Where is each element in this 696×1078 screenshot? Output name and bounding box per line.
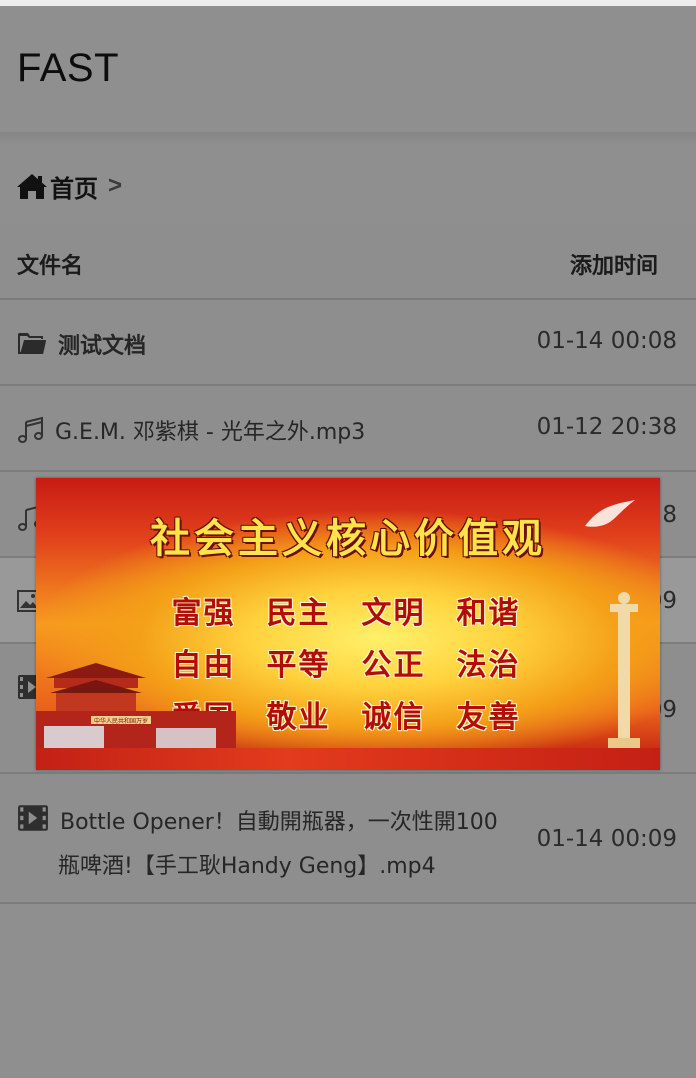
file-name-line1[interactable]: Bottle Opener！自動開瓶器，一次性開100 bbox=[60, 804, 498, 836]
header-divider bbox=[0, 132, 696, 146]
app-header: FAST bbox=[0, 6, 696, 136]
breadcrumb: 首页 > bbox=[16, 166, 122, 206]
breadcrumb-separator: > bbox=[108, 172, 123, 199]
value-text: 文明 bbox=[361, 596, 426, 631]
huabiao-column-illustration bbox=[608, 592, 640, 750]
value-text: 民主 bbox=[266, 596, 331, 631]
value-text: 诚信 bbox=[361, 700, 426, 735]
file-name-line2[interactable]: 瓶啤酒!【手工耿Handy Geng】.mp4 bbox=[58, 848, 436, 880]
value-text: 敬业 bbox=[266, 700, 331, 735]
folder-icon bbox=[18, 333, 46, 354]
column-header-name[interactable]: 文件名 bbox=[17, 248, 83, 280]
core-values-banner[interactable]: 社会主义核心价值观 富强 民主 文明 和谐 自由 平等 公正 法治 爱国 敬业 … bbox=[36, 478, 660, 770]
tiananmen-gate-illustration: 中华人民共和国万岁 bbox=[36, 663, 236, 748]
value-text: 和谐 bbox=[456, 596, 521, 631]
value-text: 公正 bbox=[361, 648, 426, 683]
table-header: 文件名 添加时间 bbox=[0, 224, 696, 300]
table-row[interactable]: G.E.M. 邓紫棋 - 光年之外.mp3 01-12 20:38 bbox=[0, 386, 696, 472]
music-note-icon bbox=[18, 416, 43, 443]
file-time: 01-14 00:09 bbox=[536, 826, 677, 852]
video-file-icon bbox=[18, 805, 48, 831]
gate-caption: 中华人民共和国万岁 bbox=[94, 717, 148, 725]
value-text: 法治 bbox=[456, 648, 521, 683]
banner-bottom-band bbox=[36, 748, 660, 770]
value-text: 富强 bbox=[171, 596, 236, 631]
brand-title[interactable]: FAST bbox=[17, 46, 119, 91]
column-header-time[interactable]: 添加时间 bbox=[570, 248, 658, 280]
value-text: 友善 bbox=[456, 700, 521, 735]
home-icon[interactable] bbox=[16, 172, 48, 200]
table-row[interactable]: Bottle Opener！自動開瓶器，一次性開100 瓶啤酒!【手工耿Hand… bbox=[0, 774, 696, 904]
file-name[interactable]: 测试文档 bbox=[58, 328, 146, 360]
file-time: 01-14 00:08 bbox=[536, 328, 677, 354]
banner-title: 社会主义核心价值观 bbox=[150, 515, 546, 562]
value-text: 平等 bbox=[266, 648, 331, 683]
table-row[interactable]: 测试文档 01-14 00:08 bbox=[0, 300, 696, 386]
file-time: 01-12 20:38 bbox=[536, 414, 677, 440]
app-container: FAST 首页 > 文件名 添加时间 测试文档 01-14 00:08 G.E.… bbox=[0, 6, 696, 1078]
file-name[interactable]: G.E.M. 邓紫棋 - 光年之外.mp3 bbox=[55, 414, 365, 446]
breadcrumb-home-link[interactable]: 首页 bbox=[50, 169, 98, 204]
